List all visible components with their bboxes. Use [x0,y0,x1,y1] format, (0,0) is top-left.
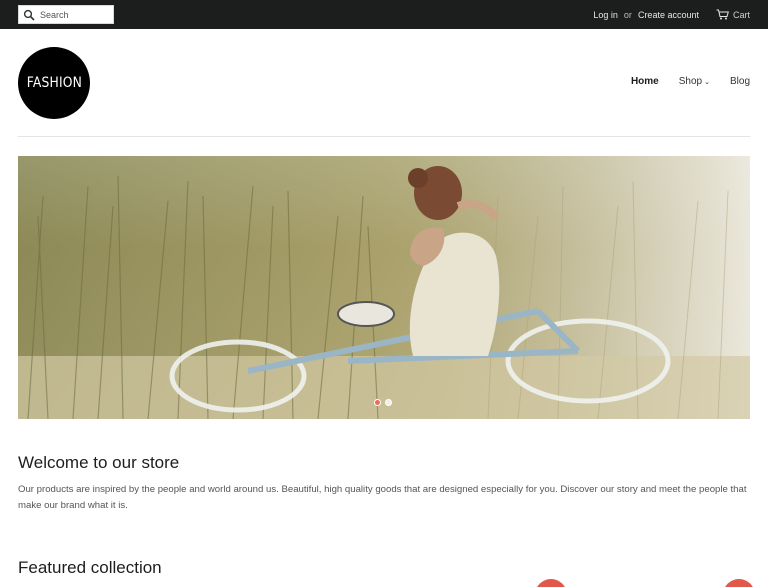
welcome-text: Our products are inspired by the people … [18,484,747,511]
nav-item-shop-label: Shop [678,76,703,87]
separator-text: or [623,9,632,20]
create-account-link[interactable]: Create account [638,10,699,20]
account-links: Log in or Create account Cart [593,0,750,29]
welcome-title: Welcome to our store [18,453,180,472]
slideshow-dots [374,399,392,406]
search-icon [23,9,35,21]
site-logo[interactable]: FASHION [18,47,90,119]
main-nav: Home Shop ⌄ Blog [611,76,750,87]
logo-text: FASHION [26,75,82,91]
hero-image [18,156,750,419]
nav-item-blog[interactable]: Blog [730,76,750,87]
cart-label[interactable]: Cart [733,10,750,20]
product-sale-badge [723,579,755,587]
header-divider [18,136,750,137]
login-link[interactable]: Log in [593,10,618,20]
top-bar: Log in or Create account Cart [0,0,768,29]
cart-icon [716,9,729,20]
hero-slideshow[interactable] [18,156,750,419]
nav-item-shop[interactable]: Shop ⌄ [679,76,710,87]
search-box[interactable] [18,5,114,24]
cart-link[interactable]: Cart [716,9,750,20]
product-sale-badge [535,579,567,587]
chevron-down-icon: ⌄ [704,79,710,86]
nav-item-home[interactable]: Home [631,76,659,87]
slide-dot-1[interactable] [374,399,381,406]
slide-dot-2[interactable] [385,399,392,406]
featured-collection-title: Featured collection [18,558,162,577]
search-input[interactable] [40,9,108,20]
